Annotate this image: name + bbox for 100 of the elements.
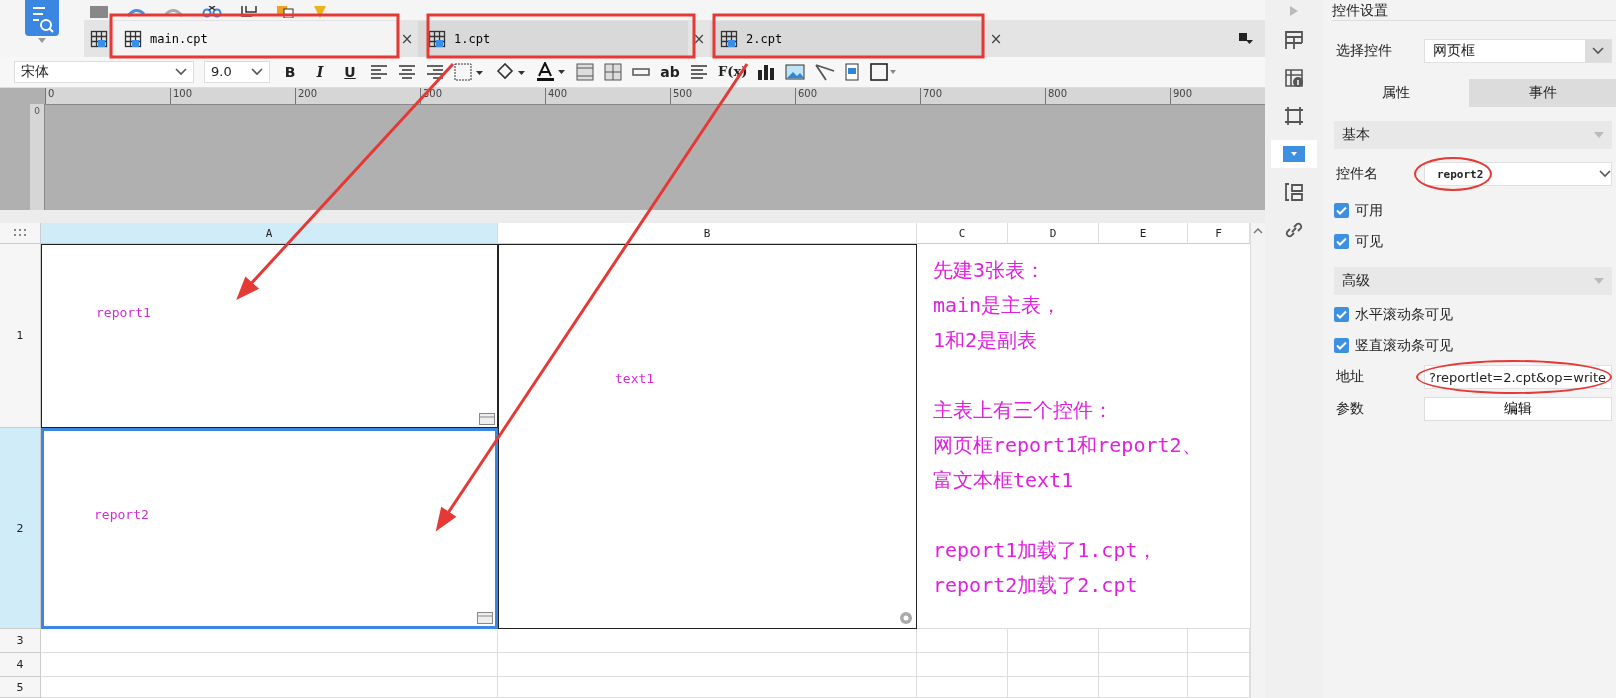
chevron-down-icon — [1599, 170, 1611, 178]
checkbox[interactable] — [1334, 307, 1349, 322]
address-field[interactable]: ?reportlet=2.cpt&op=write — [1424, 365, 1612, 389]
section-header[interactable]: 基本 — [1334, 121, 1612, 149]
italic-button[interactable]: I — [310, 63, 330, 80]
file-tab[interactable]: 2.cpt — [710, 20, 985, 57]
cell-text: report2 — [94, 507, 149, 522]
underline-button[interactable]: U — [340, 63, 360, 80]
designer-logo-icon[interactable] — [25, 0, 59, 36]
sheet-cell[interactable] — [917, 677, 1008, 698]
frame-icon[interactable] — [1282, 105, 1305, 127]
column-header[interactable]: B — [498, 223, 917, 244]
row-header[interactable]: 5 — [0, 677, 41, 698]
field-label: 控件名 — [1335, 165, 1379, 183]
sheet-cell[interactable] — [1099, 653, 1188, 677]
checkbox-label: 竖直滚动条可见 — [1355, 336, 1453, 355]
paste-icon[interactable] — [276, 6, 294, 18]
column-header[interactable]: D — [1008, 223, 1099, 244]
sheet-cell[interactable] — [498, 677, 917, 698]
grid-layout-icon[interactable] — [1282, 29, 1305, 51]
sheet-cell[interactable] — [41, 677, 498, 698]
sheet-cell[interactable] — [1099, 629, 1188, 653]
chevron-down-icon — [175, 67, 187, 76]
select-all-icon[interactable] — [14, 229, 26, 237]
font-color-icon[interactable] — [536, 61, 566, 82]
widget-type-select[interactable]: 网页框 — [1424, 39, 1612, 63]
merge-cells-icon[interactable] — [576, 62, 594, 81]
section-header[interactable]: 高级 — [1334, 267, 1612, 295]
font-size-select[interactable]: 9.0 — [204, 60, 270, 83]
caret-icon[interactable] — [38, 38, 46, 43]
file-tab[interactable]: 1.cpt — [418, 20, 688, 57]
close-tab-button[interactable]: × — [396, 29, 418, 48]
slash-line-icon[interactable] — [815, 62, 836, 81]
table-info-icon[interactable] — [1282, 67, 1305, 89]
scroll-up-icon[interactable] — [1253, 227, 1263, 235]
sheet-cell[interactable] — [498, 653, 917, 677]
paragraph-icon[interactable] — [690, 64, 708, 79]
close-tab-button[interactable]: × — [985, 29, 1007, 48]
column-header[interactable]: E — [1099, 223, 1188, 244]
checkbox-label: 水平滚动条可见 — [1355, 305, 1453, 324]
bold-button[interactable]: B — [280, 63, 300, 80]
align-left-icon[interactable] — [370, 64, 388, 79]
file-tab[interactable]: main.cpt — [114, 20, 396, 57]
edit-button[interactable]: 编辑 — [1424, 397, 1612, 421]
panel-title: 控件设置 — [1332, 2, 1388, 20]
row-header[interactable]: 2 — [0, 428, 41, 629]
font-select[interactable]: 宋体 — [14, 60, 194, 83]
fill-color-icon[interactable] — [494, 62, 526, 81]
sheet-cell[interactable] — [917, 653, 1008, 677]
text-field-icon[interactable] — [632, 67, 650, 76]
checkbox[interactable] — [1334, 338, 1349, 353]
vertical-ruler: 0 — [30, 103, 45, 211]
column-header[interactable]: F — [1188, 223, 1250, 244]
sheet-cell[interactable] — [1099, 677, 1188, 698]
collapse-caret-icon — [1594, 132, 1604, 138]
sheet-cell[interactable] — [1008, 629, 1099, 653]
sheet-cell[interactable] — [41, 653, 498, 677]
image-icon[interactable] — [785, 63, 806, 80]
panel-tab[interactable]: 事件 — [1469, 79, 1616, 107]
tab-menu-icon[interactable] — [1239, 32, 1253, 45]
checkbox[interactable] — [1334, 234, 1349, 249]
frame-border-icon[interactable] — [869, 61, 898, 82]
column-header[interactable]: C — [917, 223, 1008, 244]
align-right-icon[interactable] — [426, 64, 444, 79]
checkbox-label: 可用 — [1355, 201, 1383, 220]
align-center-icon[interactable] — [398, 64, 416, 79]
sheet-cell[interactable] — [1008, 677, 1099, 698]
sheet-cell[interactable] — [1008, 653, 1099, 677]
gear-icon — [898, 610, 914, 626]
report-file-icon — [124, 29, 142, 48]
report-file-icon — [720, 29, 738, 48]
sheet-cell[interactable] — [498, 629, 917, 653]
sheet-cell[interactable] — [41, 629, 498, 653]
sheet-cell[interactable]: report2 — [41, 428, 498, 629]
sheet-cell[interactable] — [917, 629, 1008, 653]
checkbox[interactable] — [1334, 203, 1349, 218]
collapse-caret-icon — [1594, 278, 1604, 284]
sheet-cell[interactable]: report1 — [41, 244, 498, 428]
dropdown-widget-icon[interactable] — [1282, 146, 1305, 162]
widget-icon — [479, 413, 495, 425]
field-label: 选择控件 — [1335, 42, 1393, 60]
checkbox-label: 可见 — [1355, 232, 1383, 251]
text-tool-button[interactable]: ab — [660, 63, 680, 80]
widget-name-field[interactable]: report2 — [1424, 162, 1612, 186]
bar-chart-icon[interactable] — [757, 63, 776, 80]
sheet-cell[interactable]: text1 — [498, 244, 917, 629]
row-header[interactable]: 1 — [0, 244, 41, 428]
cell-text: text1 — [615, 371, 655, 386]
cell-text: report1 — [96, 305, 151, 320]
form-icon[interactable] — [1282, 181, 1305, 203]
field-label: 参数 — [1335, 400, 1365, 418]
split-cells-icon[interactable] — [604, 62, 622, 81]
border-icon[interactable] — [454, 62, 484, 81]
column-header[interactable]: A — [41, 223, 498, 244]
row-header[interactable]: 3 — [0, 629, 41, 653]
close-tab-button[interactable]: × — [688, 29, 710, 48]
chevron-down-icon — [1592, 47, 1604, 55]
sub-report-icon[interactable] — [845, 62, 860, 81]
report-file-icon — [428, 29, 446, 48]
row-header[interactable]: 4 — [0, 653, 41, 677]
